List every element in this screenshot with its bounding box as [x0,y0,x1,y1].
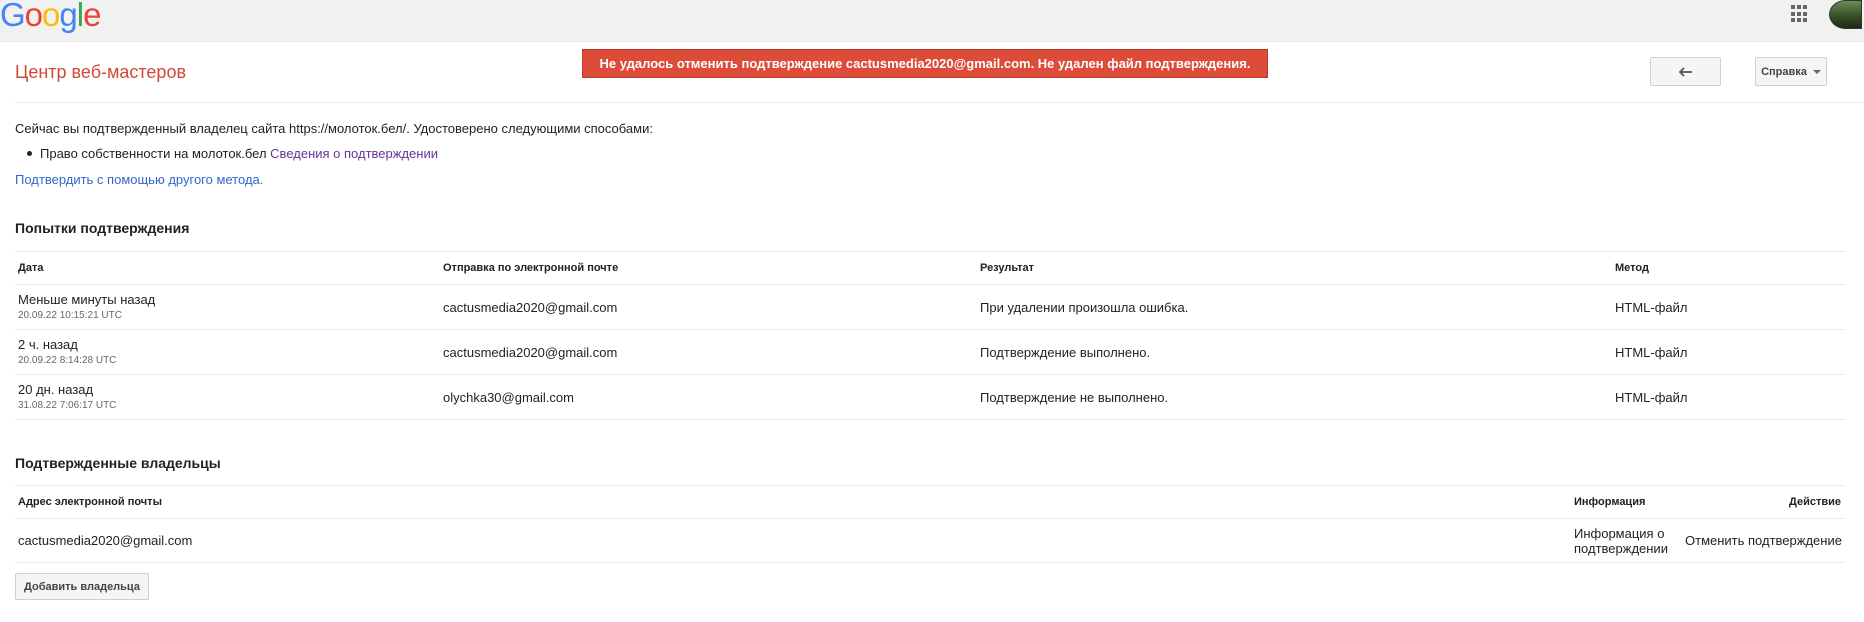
attempt-date: 20 дн. назад [18,382,94,397]
attempt-email: cactusmedia2020@gmail.com [443,300,618,315]
attempt-result: Подтверждение не выполнено. [980,390,1169,405]
owner-email: cactusmedia2020@gmail.com [18,533,193,548]
attempt-date: 2 ч. назад [18,337,78,352]
logo-letter-g2: g [59,0,77,33]
column-header-date: Дата [18,262,44,274]
page-title: Центр веб-мастеров [15,62,187,82]
verification-details-link[interactable]: Сведения о подтверждении [270,146,438,161]
owner-info-link-line1: Информация о [1574,526,1665,541]
back-arrow-icon [1678,66,1692,77]
error-banner: Не удалось отменить подтверждение cactus… [582,49,1268,78]
verification-method-text: Право собственности на молоток.бел [40,146,267,161]
attempt-timestamp: 20.09.22 8:14:28 UTC [18,355,117,366]
attempt-result: При удалении произошла ошибка. [980,300,1189,315]
help-button[interactable]: Справка [1755,57,1827,86]
column-header-email: Отправка по электронной почте [443,262,619,274]
verification-method-item: Право собственности на молоток.бел Сведе… [27,146,438,161]
logo-letter-g: G [0,0,26,33]
table-divider [15,284,1845,285]
column-header-owner-email: Адрес электронной почты [18,496,162,508]
table-divider [15,485,1845,486]
attempt-timestamp: 31.08.22 7:06:17 UTC [18,400,117,411]
table-divider [15,329,1845,330]
add-owner-button[interactable]: Добавить владельца [15,573,149,600]
logo-letter-o1: o [24,0,43,33]
table-divider [15,562,1845,563]
bullet-icon [27,151,32,156]
attempt-email: cactusmedia2020@gmail.com [443,345,618,360]
logo-letter-e: e [83,0,101,33]
ownership-status: Сейчас вы подтвержденный владелец сайта … [15,121,653,136]
attempt-timestamp: 20.09.22 10:15:21 UTC [18,310,122,321]
attempt-method: HTML-файл [1615,300,1688,315]
column-header-result: Результат [980,262,1035,274]
unverify-owner-link[interactable]: Отменить подтверждение [1685,533,1842,548]
help-button-label: Справка [1761,65,1807,78]
logo-letter-o2: o [42,0,60,33]
table-divider [15,419,1845,420]
error-message: Не удалось отменить подтверждение cactus… [599,56,1251,71]
alternate-method-link[interactable]: Подтвердить с помощью другого метода. [15,172,263,187]
table-divider [15,251,1845,252]
attempts-section-title: Попытки подтверждения [15,220,190,236]
apps-grid-icon[interactable] [1791,5,1809,23]
owner-info-link-line2: подтверждении [1574,541,1668,556]
table-divider [15,374,1845,375]
back-button[interactable] [1650,57,1721,86]
table-divider [15,518,1845,519]
top-bar: Google [0,0,1864,42]
column-header-action: Действие [1789,496,1841,508]
attempt-method: HTML-файл [1615,345,1688,360]
attempt-email: olychka30@gmail.com [443,390,574,405]
attempt-method: HTML-файл [1615,390,1688,405]
chevron-down-icon [1812,69,1821,74]
add-owner-label: Добавить владельца [24,580,140,593]
owner-verification-info-link[interactable]: Информация о подтверждении [1574,526,1668,556]
attempt-result: Подтверждение выполнено. [980,345,1151,360]
user-avatar[interactable] [1829,0,1862,29]
header-divider [15,102,1864,103]
google-logo[interactable]: Google [0,0,101,34]
owners-section-title: Подтвержденные владельцы [15,455,221,471]
column-header-info: Информация [1574,496,1646,508]
column-header-method: Метод [1615,262,1649,274]
attempt-date: Меньше минуты назад [18,292,156,307]
